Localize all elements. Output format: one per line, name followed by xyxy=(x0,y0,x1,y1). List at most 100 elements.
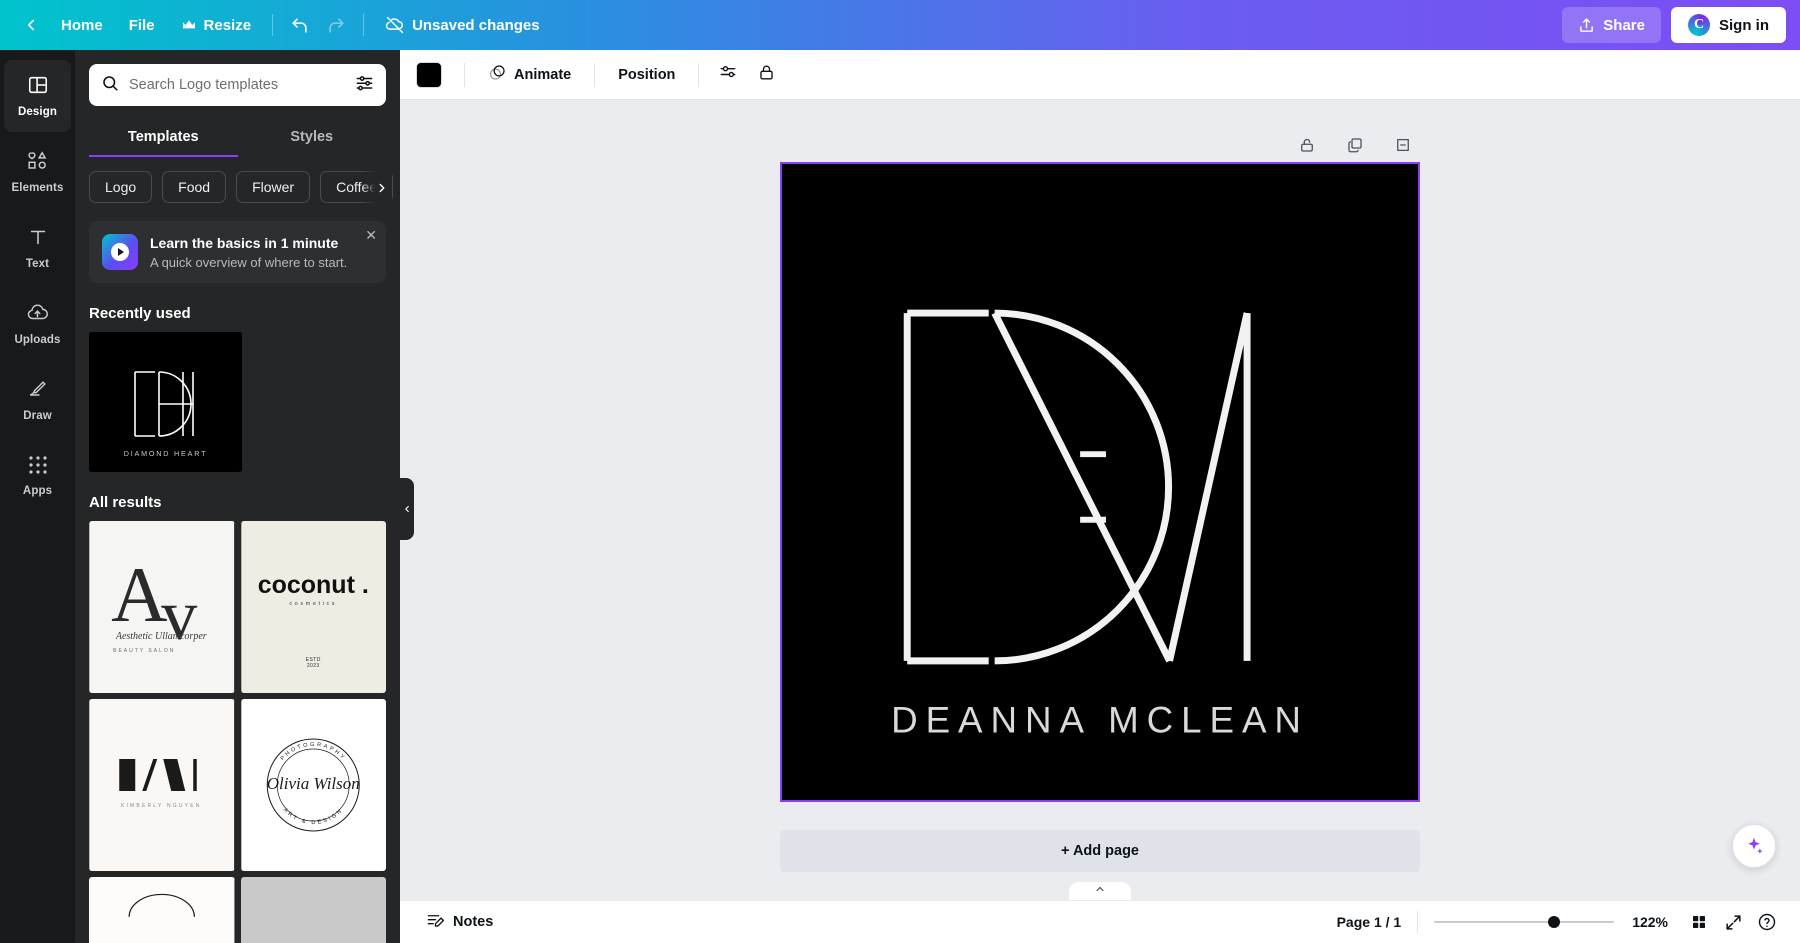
file-menu-button[interactable]: File xyxy=(116,8,168,42)
sidebar-item-elements-label: Elements xyxy=(12,182,64,194)
bottom-bar: Notes Page 1 / 1 122% xyxy=(400,900,1800,943)
magic-sparkle-icon xyxy=(1743,835,1765,857)
sign-in-button[interactable]: C Sign in xyxy=(1671,7,1786,43)
chevron-left-icon xyxy=(22,16,40,34)
search-input[interactable] xyxy=(129,77,345,93)
zoom-percent-label: 122% xyxy=(1632,914,1668,930)
promo-card[interactable]: Learn the basics in 1 minute A quick ove… xyxy=(89,221,386,283)
sidebar-item-uploads[interactable]: Uploads xyxy=(4,288,71,360)
top-bar: Home File Resize Unsaved chang xyxy=(0,0,1800,50)
redo-icon xyxy=(327,16,346,35)
sidebar-item-uploads-label: Uploads xyxy=(14,334,60,346)
sidebar-item-draw[interactable]: Draw xyxy=(4,364,71,436)
delete-page-icon xyxy=(1394,136,1412,154)
home-label: Home xyxy=(61,17,103,34)
transparency-button[interactable] xyxy=(711,58,745,92)
chips-next-button[interactable] xyxy=(362,171,392,203)
template-card-partial-left[interactable] xyxy=(89,877,235,943)
sidebar-item-design[interactable]: Design xyxy=(4,60,71,132)
share-button[interactable]: Share xyxy=(1562,7,1661,43)
kimberly-logo-art: KIMBERLY NGUYEN xyxy=(89,699,235,871)
grid-view-button[interactable] xyxy=(1682,905,1716,939)
add-page-button[interactable]: + Add page xyxy=(780,830,1420,872)
save-status-label: Unsaved changes xyxy=(412,17,540,34)
lock-button[interactable] xyxy=(749,58,783,92)
svg-text:v: v xyxy=(161,575,197,655)
chip-flower[interactable]: Flower xyxy=(236,171,310,203)
canva-logo-icon: C xyxy=(1688,14,1710,36)
svg-text:Olivia Wilson: Olivia Wilson xyxy=(266,774,359,793)
duplicate-page-button[interactable] xyxy=(1338,128,1372,162)
zoom-knob[interactable] xyxy=(1548,916,1560,928)
promo-subtitle: A quick overview of where to start. xyxy=(150,255,347,270)
sidebar-item-apps-label: Apps xyxy=(23,485,52,497)
template-card-olivia[interactable]: PHOTOGRAPHY ART & DESIGN Olivia Wilson xyxy=(241,699,387,871)
recent-caption: DIAMOND HEART xyxy=(124,449,208,458)
search-icon xyxy=(101,74,119,97)
filter-sliders-icon[interactable] xyxy=(355,73,374,97)
sidebar-item-design-label: Design xyxy=(18,106,57,118)
templates-panel: Templates Styles Logo Food Flower Coffee… xyxy=(75,50,400,943)
page-tools xyxy=(780,128,1420,162)
zoom-slider[interactable] xyxy=(1434,914,1614,930)
notes-icon xyxy=(426,911,445,934)
sidebar-item-text[interactable]: Text xyxy=(4,212,71,284)
canvas-area: DEANNA MCLEAN + Add page xyxy=(400,100,1800,900)
svg-text:Aesthetic Ullamcorper: Aesthetic Ullamcorper xyxy=(115,631,207,642)
promo-close-button[interactable]: ✕ xyxy=(365,228,377,242)
svg-text:cosmetics: cosmetics xyxy=(289,601,337,607)
undo-icon xyxy=(290,16,309,35)
tab-styles[interactable]: Styles xyxy=(238,120,387,157)
crown-icon xyxy=(181,17,197,33)
more-page-options-button[interactable] xyxy=(1386,128,1420,162)
chevron-left-icon xyxy=(402,504,412,514)
template-card-aesthetic[interactable]: A v Aesthetic Ullamcorper BEAUTY SALON xyxy=(89,521,235,693)
sidebar-item-draw-label: Draw xyxy=(23,410,52,422)
fullscreen-button[interactable] xyxy=(1716,905,1750,939)
chip-food[interactable]: Food xyxy=(162,171,226,203)
lock-page-button[interactable] xyxy=(1290,128,1324,162)
tab-templates-label: Templates xyxy=(128,129,199,145)
add-page-label: + Add page xyxy=(1061,843,1139,859)
duplicate-icon xyxy=(1346,136,1364,154)
chip-logo[interactable]: Logo xyxy=(89,171,152,203)
toolbar-divider-a xyxy=(464,63,465,87)
position-label: Position xyxy=(618,67,675,83)
panel-tabs: Templates Styles xyxy=(75,120,400,157)
recently-used-title: Recently used xyxy=(75,283,400,332)
undo-button[interactable] xyxy=(281,8,318,42)
transparency-icon xyxy=(718,62,738,87)
magic-assistant-button[interactable] xyxy=(1732,824,1776,868)
back-button[interactable] xyxy=(14,8,48,42)
template-card-kimberly[interactable]: KIMBERLY NGUYEN xyxy=(89,699,235,871)
sidebar-item-elements[interactable]: Elements xyxy=(4,136,71,208)
promo-thumbnail xyxy=(102,234,138,270)
template-card-partial-right[interactable] xyxy=(241,877,387,943)
design-page[interactable]: DEANNA MCLEAN xyxy=(780,162,1420,802)
tab-templates[interactable]: Templates xyxy=(89,120,238,157)
notes-collapse-tab[interactable] xyxy=(1069,882,1131,900)
help-button[interactable] xyxy=(1750,905,1784,939)
sidebar-item-apps[interactable]: Apps xyxy=(4,440,71,512)
text-t-icon xyxy=(27,226,49,253)
promo-text: Learn the basics in 1 minute A quick ove… xyxy=(150,234,347,269)
search-box[interactable] xyxy=(89,64,386,106)
help-question-icon xyxy=(1757,912,1777,932)
redo-button[interactable] xyxy=(318,8,355,42)
aesthetic-logo-art: A v Aesthetic Ullamcorper BEAUTY SALON xyxy=(89,521,235,693)
color-swatch-button[interactable] xyxy=(416,62,442,88)
sidebar-item-text-label: Text xyxy=(26,258,49,270)
panel-collapse-handle[interactable] xyxy=(400,478,414,540)
apps-grid-icon xyxy=(28,455,48,480)
home-button[interactable]: Home xyxy=(48,8,116,42)
recently-used-item[interactable]: DIAMOND HEART xyxy=(89,332,242,472)
svg-text:2023: 2023 xyxy=(306,663,319,669)
partial-logo-art-left xyxy=(89,877,235,943)
animate-circles-icon xyxy=(488,63,507,86)
save-status-button[interactable]: Unsaved changes xyxy=(372,8,553,42)
notes-button[interactable]: Notes xyxy=(416,906,503,938)
position-button[interactable]: Position xyxy=(607,58,686,92)
resize-button[interactable]: Resize xyxy=(168,8,265,42)
animate-button[interactable]: Animate xyxy=(477,58,582,92)
template-card-coconut[interactable]: coconut . cosmetics ESTD 2023 xyxy=(241,521,387,693)
